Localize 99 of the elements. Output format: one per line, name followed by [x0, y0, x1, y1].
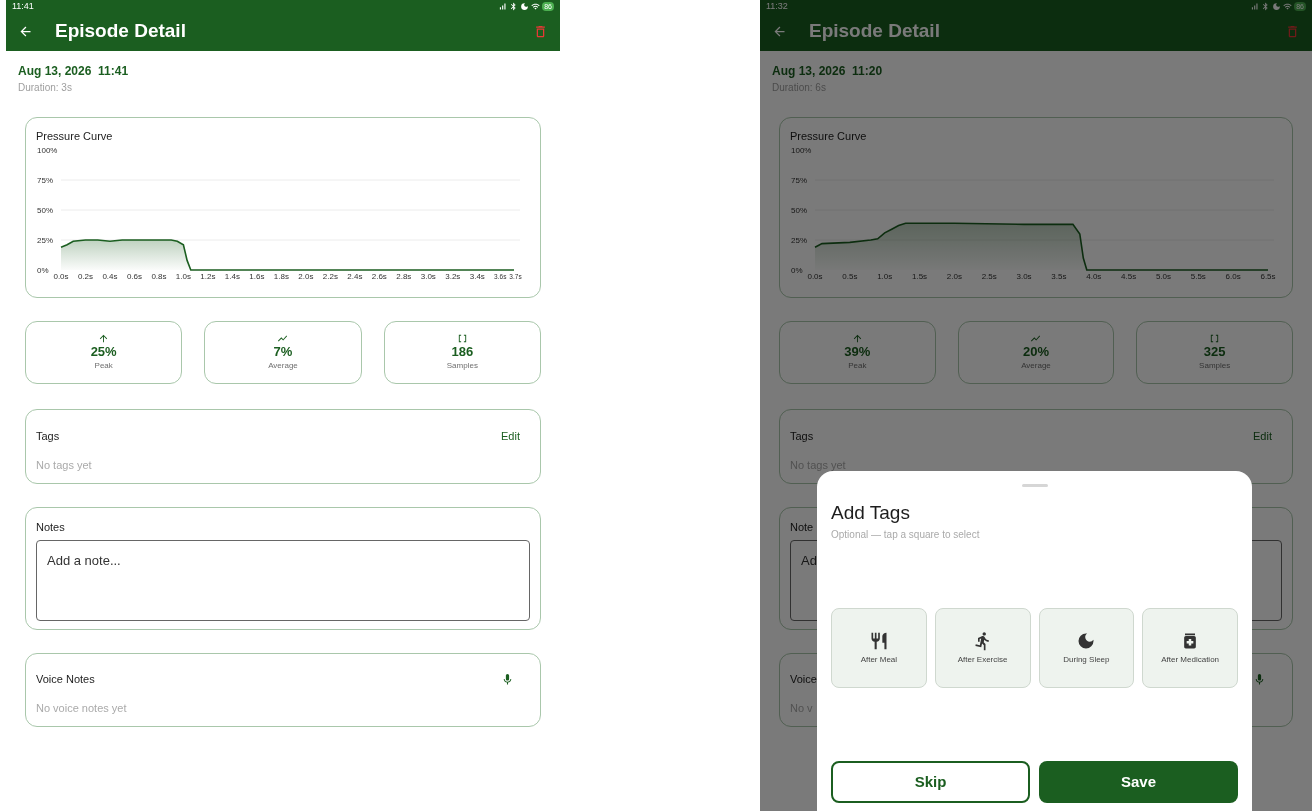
x-tick-label: 3.0s — [1016, 272, 1032, 281]
x-tick-label: 3.0s — [420, 272, 436, 281]
empty-voice-text: No voice notes yet — [36, 700, 127, 716]
episode-date: Aug 13, 2026 11:20 — [772, 63, 884, 79]
x-tick-label: 4.5s — [1121, 272, 1137, 281]
note-field[interactable]: Add a note... — [36, 540, 530, 621]
stat-label: Peak — [94, 360, 113, 372]
section-title: Voice — [790, 672, 817, 687]
stat-value: 20% — [1022, 344, 1049, 360]
y-tick-label: 100% — [37, 146, 58, 155]
section-title: Note — [790, 520, 814, 535]
chart-title: Pressure Curve — [36, 129, 113, 144]
drag-handle[interactable] — [1021, 484, 1048, 487]
x-tick-label: 3.2s — [445, 272, 461, 281]
stat-label: Average — [268, 360, 298, 372]
x-tick-label: 2.5s — [981, 272, 997, 281]
x-tick-label: 1.8s — [273, 272, 289, 281]
back-icon[interactable] — [772, 24, 787, 39]
x-tick-label: 2.0s — [298, 272, 314, 281]
chart-title: Pressure Curve — [790, 129, 867, 144]
section-title: Tags — [790, 429, 814, 444]
x-tick-label: 2.6s — [371, 272, 387, 281]
y-tick-label: 75% — [37, 176, 53, 185]
save-button[interactable]: Save — [1039, 761, 1238, 803]
stat-value: 325 — [1203, 344, 1226, 360]
tag-tile[interactable]: After Medication — [1142, 608, 1238, 688]
brackets-icon — [456, 333, 468, 344]
moon-icon — [1272, 1, 1282, 11]
x-tick-label: 5.0s — [1155, 272, 1171, 281]
x-tick-label: 6.5s — [1260, 272, 1276, 281]
x-tick-label: 1.5s — [912, 272, 928, 281]
x-tick-label: 3.5s — [1051, 272, 1067, 281]
stat-label: Samples — [446, 360, 478, 372]
y-tick-label: 25% — [37, 236, 53, 245]
screen-title: Episode Detail — [55, 19, 186, 44]
x-tick-label: 1.6s — [249, 272, 265, 281]
sheet-title: Add Tags — [831, 501, 910, 525]
wifi-icon — [1283, 1, 1293, 11]
stat-value: 7% — [273, 344, 293, 360]
x-tick-label: 2.2s — [322, 272, 338, 281]
x-tick-label: 3.4s — [469, 272, 485, 281]
episode-date: Aug 13, 2026 11:41 — [18, 63, 130, 79]
skip-button[interactable]: Skip — [831, 761, 1030, 803]
status-time: 11:41 — [12, 1, 34, 11]
section-title: Voice Notes — [36, 672, 95, 687]
x-tick-label: 5.5s — [1190, 272, 1206, 281]
x-tick-label: 1.0s — [877, 272, 893, 281]
signal-icon — [498, 1, 508, 11]
x-tick-label: 1.4s — [224, 272, 240, 281]
tag-tile[interactable]: After Exercise — [934, 608, 1031, 688]
x-tick-label: 2.0s — [946, 272, 962, 281]
tag-tile[interactable]: After Meal — [831, 608, 927, 688]
y-tick-label: 0% — [791, 266, 803, 275]
wifi-icon — [531, 1, 541, 11]
moon-icon — [520, 1, 530, 11]
trash-icon[interactable] — [533, 24, 548, 39]
x-tick-label: 0.5s — [842, 272, 858, 281]
arrow-up-icon — [851, 333, 863, 344]
microphone-icon[interactable] — [1253, 672, 1266, 686]
microphone-icon[interactable] — [501, 672, 514, 686]
back-icon[interactable] — [18, 24, 33, 39]
stat-label: Peak — [848, 360, 867, 372]
arrow-up-icon — [98, 333, 110, 344]
x-tick-label: 0.0s — [807, 272, 823, 281]
y-tick-label: 50% — [791, 206, 807, 215]
screen-title: Episode Detail — [809, 19, 940, 44]
brackets-icon — [1209, 333, 1221, 344]
trend-line-icon — [1030, 333, 1042, 344]
stat-label: Average — [1021, 360, 1051, 372]
edit-link[interactable]: Edit — [501, 428, 520, 445]
tag-tile[interactable]: During Sleep — [1038, 608, 1135, 688]
empty-tags-text: No tags yet — [36, 457, 92, 473]
section-title: Tags — [36, 429, 60, 444]
edit-link[interactable]: Edit — [1253, 428, 1272, 445]
stat-value: 39% — [844, 344, 871, 360]
x-tick-label: 2.8s — [396, 272, 412, 281]
section-title: Notes — [36, 520, 65, 535]
x-tick-label: 6.0s — [1225, 272, 1241, 281]
signal-icon — [1250, 1, 1260, 11]
trend-line-icon — [277, 333, 289, 344]
x-tick-label: 4.0s — [1086, 272, 1102, 281]
x-tick-label: 0.2s — [77, 272, 94, 281]
x-tick-label: 1.2s — [200, 272, 216, 281]
duration-text: Duration: 3s — [18, 82, 73, 94]
x-tick-label: 0.8s — [151, 272, 167, 281]
x-tick-label: 0.6s — [126, 272, 142, 281]
x-tick-label: 1.0s — [175, 272, 191, 281]
y-tick-label: 50% — [37, 206, 53, 215]
stat-value: 186 — [451, 344, 474, 360]
y-tick-label: 25% — [791, 236, 807, 245]
x-tick-label: 0.0s — [53, 272, 69, 281]
sheet-subtitle: Optional — tap a square to select — [831, 528, 980, 542]
y-tick-label: 0% — [37, 266, 49, 275]
x-tick-label: 0.4s — [102, 272, 118, 281]
y-tick-label: 100% — [791, 146, 812, 155]
y-tick-label: 75% — [791, 176, 807, 185]
x-tick-label: 2.4s — [347, 272, 363, 281]
stat-value: 25% — [90, 344, 117, 360]
status-time: 11:32 — [766, 1, 788, 11]
